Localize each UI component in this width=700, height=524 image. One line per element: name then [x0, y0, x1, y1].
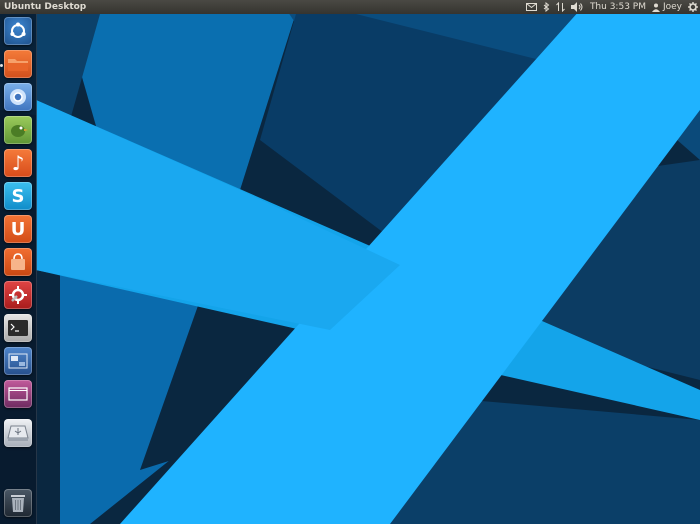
- trash-icon: [11, 495, 25, 512]
- bluetooth-icon[interactable]: [543, 0, 550, 14]
- launcher-item-workspace-switcher[interactable]: [4, 347, 32, 375]
- ubuntu-one-icon: U: [10, 218, 26, 240]
- user-menu[interactable]: Joey: [651, 0, 682, 14]
- launcher-item-usb-drive[interactable]: [4, 419, 32, 447]
- chromium-icon: [10, 89, 26, 105]
- settings-icon: [9, 286, 27, 304]
- session-gear-icon[interactable]: [688, 0, 698, 14]
- user-name: Joey: [662, 2, 682, 12]
- indicator-area: Thu 3:53 PM Joey: [525, 0, 698, 14]
- user-icon: [651, 3, 660, 12]
- usb-drive-icon: [7, 425, 29, 441]
- window-title: Ubuntu Desktop: [4, 2, 87, 12]
- top-panel: Ubuntu Desktop Thu 3:53 PM Joey: [0, 0, 700, 14]
- launcher-item-show-desktop[interactable]: [4, 380, 32, 408]
- volume-icon[interactable]: [570, 0, 584, 14]
- launcher-item-skype[interactable]: S: [4, 182, 32, 210]
- desktop-wallpaper: [0, 0, 700, 524]
- ubuntu-logo-icon: [10, 22, 26, 38]
- launcher-item-dash-home[interactable]: [4, 17, 32, 45]
- launcher-item-trash[interactable]: [4, 489, 32, 517]
- running-indicator: [0, 64, 3, 67]
- folder-icon: [8, 59, 28, 71]
- music-note-icon: ♪: [11, 151, 25, 175]
- workspace-icon: [8, 353, 28, 369]
- clock[interactable]: Thu 3:53 PM: [590, 0, 646, 14]
- launcher-item-terminal[interactable]: [4, 314, 32, 342]
- desktop-icon: [8, 387, 28, 401]
- launcher-item-software-center[interactable]: [4, 248, 32, 276]
- launcher-item-system-settings[interactable]: [4, 281, 32, 309]
- launcher-item-rhythmbox[interactable]: ♪: [4, 149, 32, 177]
- mail-icon[interactable]: [525, 0, 537, 14]
- network-icon[interactable]: [556, 0, 565, 14]
- terminal-icon: [8, 320, 28, 336]
- pidgin-icon: [11, 125, 28, 137]
- shopping-bag-icon: [11, 253, 25, 270]
- launcher-item-files[interactable]: [4, 50, 32, 78]
- launcher: ♪ S U: [0, 14, 37, 524]
- launcher-item-pidgin[interactable]: [4, 116, 32, 144]
- launcher-item-chromium[interactable]: [4, 83, 32, 111]
- skype-icon: S: [11, 185, 25, 207]
- launcher-item-ubuntu-one[interactable]: U: [4, 215, 32, 243]
